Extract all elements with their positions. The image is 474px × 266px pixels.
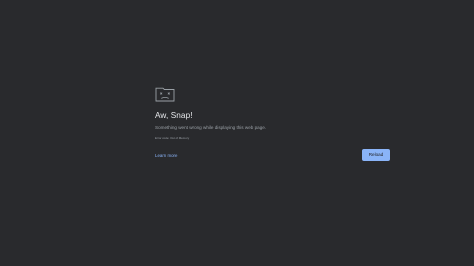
learn-more-link[interactable]: Learn more <box>155 153 177 159</box>
error-page: Aw, Snap! Something went wrong while dis… <box>0 0 474 266</box>
error-message: Something went wrong while displaying th… <box>155 125 267 130</box>
error-actions: Learn more Reload <box>155 149 391 162</box>
error-title: Aw, Snap! <box>155 111 193 120</box>
sad-tab-icon <box>155 87 175 102</box>
error-code: Error code: Out of Memory <box>155 136 190 140</box>
reload-button[interactable]: Reload <box>362 149 390 161</box>
error-content: Aw, Snap! Something went wrong while dis… <box>155 86 391 162</box>
